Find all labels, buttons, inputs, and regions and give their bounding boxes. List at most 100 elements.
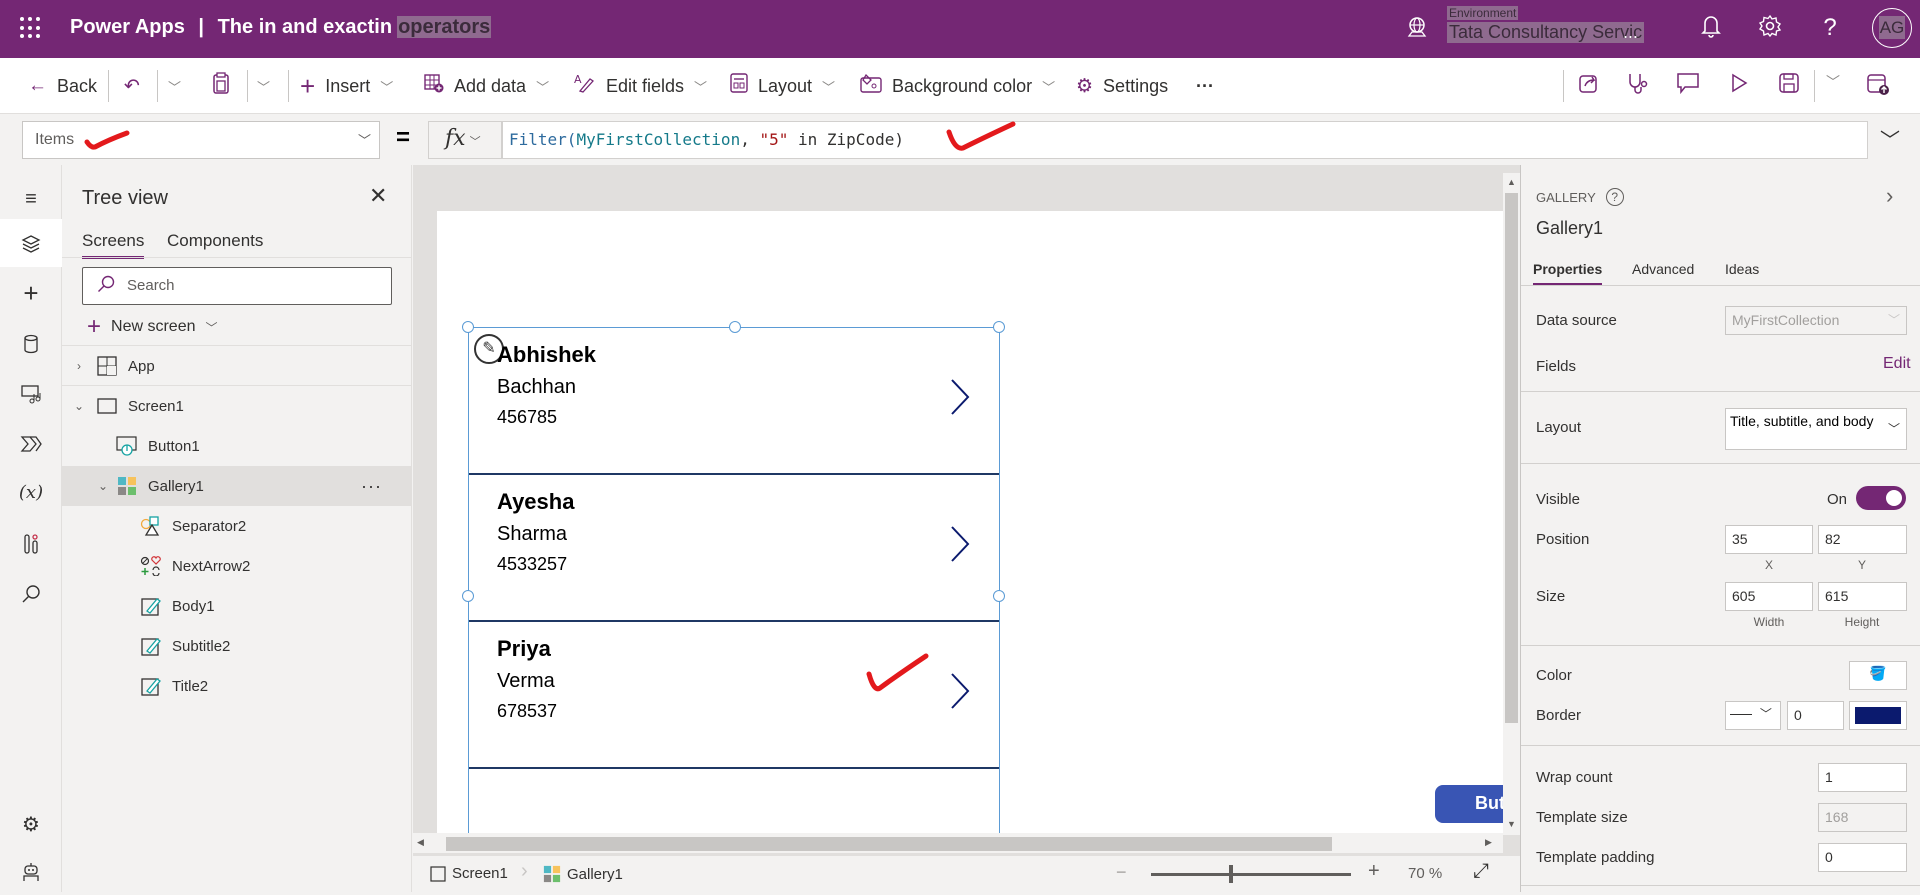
resize-handle[interactable] — [462, 321, 474, 333]
environment-picker[interactable]: Environment Tata Consultancy Servic — [1447, 4, 1645, 43]
tree-node-button1[interactable]: Button1 — [62, 426, 412, 466]
position-y-input[interactable]: 82 — [1818, 525, 1907, 554]
gallery-item[interactable]: Priya Verma 678537 — [469, 622, 999, 769]
settings-icon[interactable] — [1755, 14, 1785, 44]
avatar[interactable]: AG — [1872, 8, 1912, 48]
border-style-dropdown[interactable]: ﹀ — [1725, 701, 1781, 730]
expand-formula-chevron-icon[interactable]: ﹀ — [1880, 124, 1900, 153]
horizontal-scrollbar[interactable]: ◀ ▶ — [413, 833, 1503, 853]
settings-button[interactable]: ⚙ Settings — [1076, 72, 1168, 100]
border-width-input[interactable]: 0 — [1787, 701, 1844, 730]
back-button[interactable]: ← Back — [28, 72, 97, 100]
scroll-up-icon[interactable]: ▲ — [1507, 177, 1516, 187]
scroll-right-icon[interactable]: ▶ — [1485, 837, 1492, 848]
gallery-control[interactable]: ✎ Abhishek Bachhan 456785 Ayesha Sharma … — [462, 321, 1005, 841]
insert-button[interactable]: + Insert ﹀ — [300, 71, 393, 101]
layout-button[interactable]: Layout ﹀ — [730, 72, 835, 100]
advanced-tools-icon[interactable] — [0, 519, 62, 567]
undo-button[interactable]: ↶ — [124, 72, 150, 100]
tree-node-app[interactable]: › App — [62, 346, 412, 386]
scroll-down-icon[interactable]: ▼ — [1507, 819, 1516, 829]
next-arrow-icon[interactable] — [949, 525, 971, 563]
tab-components[interactable]: Components — [167, 231, 263, 256]
hamburger-menu-icon[interactable]: ≡ — [0, 175, 62, 223]
media-icon[interactable] — [0, 369, 62, 417]
new-screen-button[interactable]: + New screen ﹀ — [87, 313, 218, 341]
save-icon[interactable] — [1774, 72, 1804, 100]
template-padding-input[interactable]: 0 — [1818, 843, 1907, 872]
paste-dropdown[interactable]: ﹀ — [257, 72, 270, 100]
more-commands-button[interactable]: ··· — [1196, 72, 1214, 100]
size-width-input[interactable]: 605 — [1725, 582, 1813, 611]
canvas-button-control[interactable]: Button — [1435, 785, 1503, 823]
app-screen[interactable]: ✎ Abhishek Bachhan 456785 Ayesha Sharma … — [437, 211, 1503, 841]
insert-plus-icon[interactable]: + — [0, 269, 62, 317]
help-icon[interactable]: ? — [1605, 188, 1624, 206]
property-dropdown[interactable]: Items ﹀ — [22, 121, 380, 159]
save-dropdown-chevron-icon[interactable]: ﹀ — [1818, 72, 1848, 92]
share-icon[interactable] — [1574, 72, 1604, 100]
wrap-count-input[interactable]: 1 — [1818, 763, 1907, 792]
tree-node-separator2[interactable]: Separator2 — [62, 506, 412, 546]
edit-fields-link[interactable]: Edit — [1883, 355, 1911, 373]
search-icon[interactable] — [0, 569, 62, 617]
gallery-item[interactable]: Ayesha Sharma 4533257 — [469, 475, 999, 622]
copilot-bot-icon[interactable] — [0, 847, 62, 895]
notifications-icon[interactable] — [1696, 14, 1726, 44]
breadcrumb-gallery[interactable]: Gallery1 — [543, 865, 623, 883]
variables-icon[interactable]: (x) — [0, 469, 62, 517]
settings-gear-icon[interactable]: ⚙ — [0, 801, 62, 849]
zoom-in-icon[interactable]: + — [1368, 860, 1380, 883]
waffle-icon[interactable] — [20, 17, 42, 39]
data-cylinder-icon[interactable] — [0, 319, 62, 367]
color-picker-button[interactable]: 🪣 — [1849, 661, 1907, 690]
chevron-right-icon[interactable]: › — [1886, 183, 1893, 209]
background-color-button[interactable]: Background color ﹀ — [860, 72, 1055, 100]
border-color-picker[interactable] — [1849, 701, 1907, 730]
formula-input[interactable]: Filter(MyFirstCollection, "5" in ZipCode… — [502, 121, 1868, 159]
resize-handle[interactable] — [993, 590, 1005, 602]
undo-dropdown[interactable]: ﹀ — [168, 72, 181, 100]
tab-advanced[interactable]: Advanced — [1632, 261, 1694, 283]
fit-to-window-icon[interactable]: ⤢ — [1473, 860, 1489, 883]
resize-handle[interactable] — [462, 590, 474, 602]
zoom-slider[interactable] — [1151, 865, 1351, 883]
help-icon[interactable]: ? — [1815, 14, 1845, 42]
next-arrow-icon[interactable] — [949, 378, 971, 416]
tree-node-body1[interactable]: Body1 — [62, 586, 412, 626]
tab-properties[interactable]: Properties — [1533, 261, 1603, 286]
power-automate-icon[interactable] — [0, 419, 62, 467]
control-name[interactable]: Gallery1 — [1536, 218, 1603, 239]
publish-icon[interactable] — [1863, 72, 1893, 102]
app-checker-icon[interactable] — [1623, 72, 1653, 102]
gallery-item[interactable]: ✎ Abhishek Bachhan 456785 — [469, 328, 999, 475]
more-options-icon[interactable]: ··· — [361, 476, 382, 497]
visible-toggle[interactable] — [1856, 486, 1906, 510]
zoom-out-icon[interactable]: − — [1116, 862, 1127, 883]
scroll-left-icon[interactable]: ◀ — [417, 837, 424, 848]
vertical-scrollbar[interactable]: ▲ ▼ — [1503, 173, 1520, 835]
tab-screens[interactable]: Screens — [82, 231, 145, 259]
environment-icon[interactable] — [1406, 16, 1428, 44]
add-data-button[interactable]: Add data ﹀ — [424, 72, 549, 100]
tree-node-subtitle2[interactable]: Subtitle2 — [62, 626, 412, 666]
tree-node-screen1[interactable]: ⌄ Screen1 — [62, 386, 412, 426]
comments-icon[interactable] — [1673, 72, 1703, 100]
paste-button[interactable] — [213, 72, 239, 100]
tree-node-gallery1[interactable]: ⌄ Gallery1 ··· — [62, 466, 412, 506]
layout-dropdown[interactable]: Title, subtitle, and body ﹀ — [1725, 408, 1907, 450]
data-source-dropdown[interactable]: MyFirstCollection ﹀ — [1725, 306, 1907, 335]
preview-play-icon[interactable] — [1724, 72, 1754, 100]
tree-node-nextarrow2[interactable]: NextArrow2 — [62, 546, 412, 586]
tree-node-title2[interactable]: Title2 — [62, 666, 412, 706]
tree-view-layers-icon[interactable] — [0, 219, 62, 267]
zoom-slider-thumb[interactable] — [1229, 865, 1233, 883]
resize-handle[interactable] — [993, 321, 1005, 333]
fx-button[interactable]: fx ﹀ — [428, 121, 502, 159]
edit-fields-button[interactable]: A Edit fields ﹀ — [574, 72, 707, 100]
next-arrow-icon[interactable] — [949, 672, 971, 710]
template-size-input[interactable]: 168 — [1818, 803, 1907, 832]
tab-ideas[interactable]: Ideas — [1725, 261, 1759, 283]
size-height-input[interactable]: 615 — [1818, 582, 1907, 611]
close-icon[interactable]: ✕ — [369, 183, 387, 209]
